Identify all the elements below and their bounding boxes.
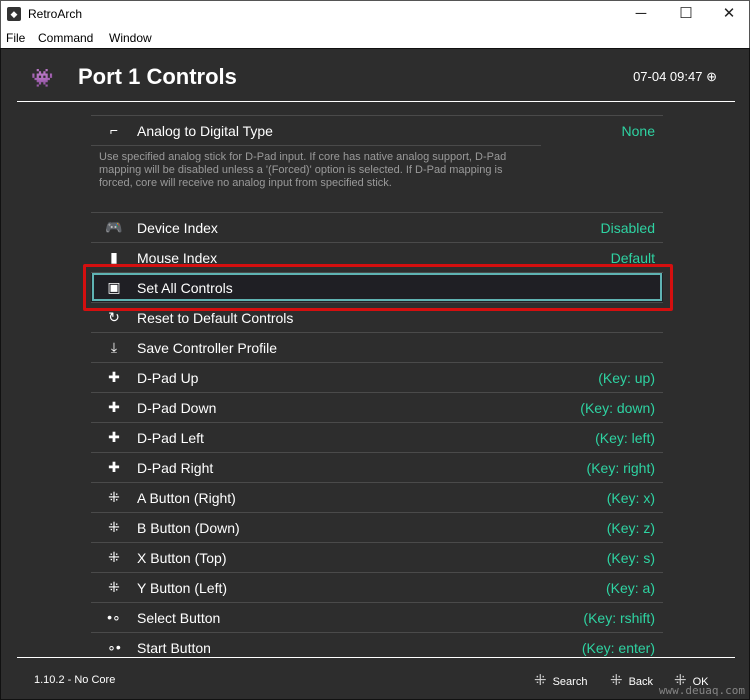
list-item[interactable]: ⁜ X Button (Top) (Key: s) [91, 542, 663, 572]
close-button[interactable]: ✕ [709, 3, 749, 25]
list-item[interactable]: ✚ D-Pad Down (Key: down) [91, 392, 663, 422]
settings-list[interactable]: ⌐ Analog to Digital Type None Use specified… [91, 115, 663, 658]
menu-bar: File Command Window [0, 27, 750, 48]
item-label: Analog to Digital Type [137, 123, 273, 139]
title-bar: ◆ RetroArch ─ ☐ ✕ [0, 0, 750, 27]
clock-icon: ⊕ [706, 69, 717, 84]
face-button-down-icon: ⁜ [108, 519, 120, 535]
list-item[interactable]: ✚ D-Pad Right (Key: right) [91, 452, 663, 482]
item-value: (Key: down) [580, 400, 655, 416]
list-item[interactable]: ⤓ Save Controller Profile [91, 332, 663, 362]
item-value: None [621, 123, 655, 139]
face-button-right-icon: ⁜ [108, 489, 120, 505]
watermark: www.deuaq.com [658, 684, 745, 697]
reset-icon: ↻ [108, 309, 120, 325]
download-icon: ⤓ [110, 339, 118, 355]
footer-divider [17, 657, 735, 658]
item-label: X Button (Top) [137, 550, 227, 566]
item-label: A Button (Right) [137, 490, 236, 506]
highlight-annotation [83, 264, 673, 311]
retroarch-menu: 👾 Port 1 Controls 07-04 09:47 ⊕ ⌐ Analog … [0, 48, 750, 700]
retroarch-app-icon: ◆ [7, 7, 21, 21]
start-icon: ∘• [107, 639, 121, 655]
item-label: D-Pad Up [137, 370, 199, 386]
window-title: RetroArch [28, 7, 83, 21]
item-value: (Key: s) [606, 550, 655, 566]
item-label: B Button (Down) [137, 520, 240, 536]
list-item[interactable]: ∘• Start Button (Key: enter) [91, 632, 663, 658]
item-label: Device Index [137, 220, 218, 236]
item-label: Y Button (Left) [137, 580, 228, 596]
item-label: Save Controller Profile [137, 340, 278, 356]
header-divider [17, 101, 735, 102]
analog-icon: ⌐ [109, 122, 119, 138]
dpad-down-icon: ✚ [108, 399, 120, 415]
face-button-left-icon: ⁜ [108, 579, 120, 595]
clock: 07-04 09:47 ⊕ [633, 69, 717, 85]
clock-text: 07-04 09:47 [633, 69, 703, 84]
menu-file[interactable]: File [6, 31, 25, 45]
item-description: Use specified analog stick for D-Pad inp… [91, 145, 541, 212]
face-button-top-icon: ⁜ [108, 549, 120, 565]
dpad-left-icon: ✚ [108, 429, 120, 445]
list-item[interactable]: ✚ D-Pad Up (Key: up) [91, 362, 663, 392]
list-item[interactable]: ⌐ Analog to Digital Type None [91, 115, 663, 145]
menu-window[interactable]: Window [109, 31, 152, 45]
dpad-up-icon: ✚ [108, 369, 120, 385]
list-item[interactable]: 🎮 Device Index Disabled [91, 212, 663, 242]
item-label: Start Button [137, 640, 211, 656]
item-value: Disabled [600, 220, 655, 236]
gamepad-icon: 🎮 [105, 219, 123, 235]
item-value: (Key: up) [598, 370, 655, 386]
item-value: (Key: z) [606, 520, 655, 536]
item-label: D-Pad Left [137, 430, 204, 446]
item-value: (Key: a) [605, 580, 655, 596]
list-item[interactable]: ⁜ Y Button (Left) (Key: a) [91, 572, 663, 602]
item-label: D-Pad Down [137, 400, 217, 416]
dpad-right-icon: ✚ [108, 459, 120, 475]
item-value: (Key: right) [586, 460, 655, 476]
button-top-icon: ⁜ [534, 672, 547, 689]
search-label: Search [552, 676, 588, 688]
button-right-icon: ⁜ [610, 672, 623, 689]
back-label: Back [628, 676, 654, 688]
item-label: Select Button [137, 610, 221, 626]
item-value: (Key: x) [606, 490, 655, 506]
list-item[interactable]: ⁜ A Button (Right) (Key: x) [91, 482, 663, 512]
menu-command[interactable]: Command [38, 31, 93, 45]
retroarch-logo-icon: 👾 [31, 68, 54, 88]
page-title: Port 1 Controls [78, 64, 237, 89]
minimize-button[interactable]: ─ [621, 3, 661, 25]
select-icon: •∘ [107, 609, 121, 625]
item-value: (Key: rshift) [583, 610, 655, 626]
list-item[interactable]: ✚ D-Pad Left (Key: left) [91, 422, 663, 452]
version-label: 1.10.2 - No Core [34, 674, 116, 686]
back-hint[interactable]: ⁜ Back [610, 671, 653, 689]
list-item[interactable]: ⁜ B Button (Down) (Key: z) [91, 512, 663, 542]
list-item[interactable]: •∘ Select Button (Key: rshift) [91, 602, 663, 632]
item-value: (Key: left) [595, 430, 655, 446]
item-label: Reset to Default Controls [137, 310, 294, 326]
item-value: (Key: enter) [581, 640, 655, 656]
item-label: D-Pad Right [137, 460, 214, 476]
search-hint[interactable]: ⁜ Search [534, 671, 587, 689]
maximize-button[interactable]: ☐ [666, 3, 706, 25]
